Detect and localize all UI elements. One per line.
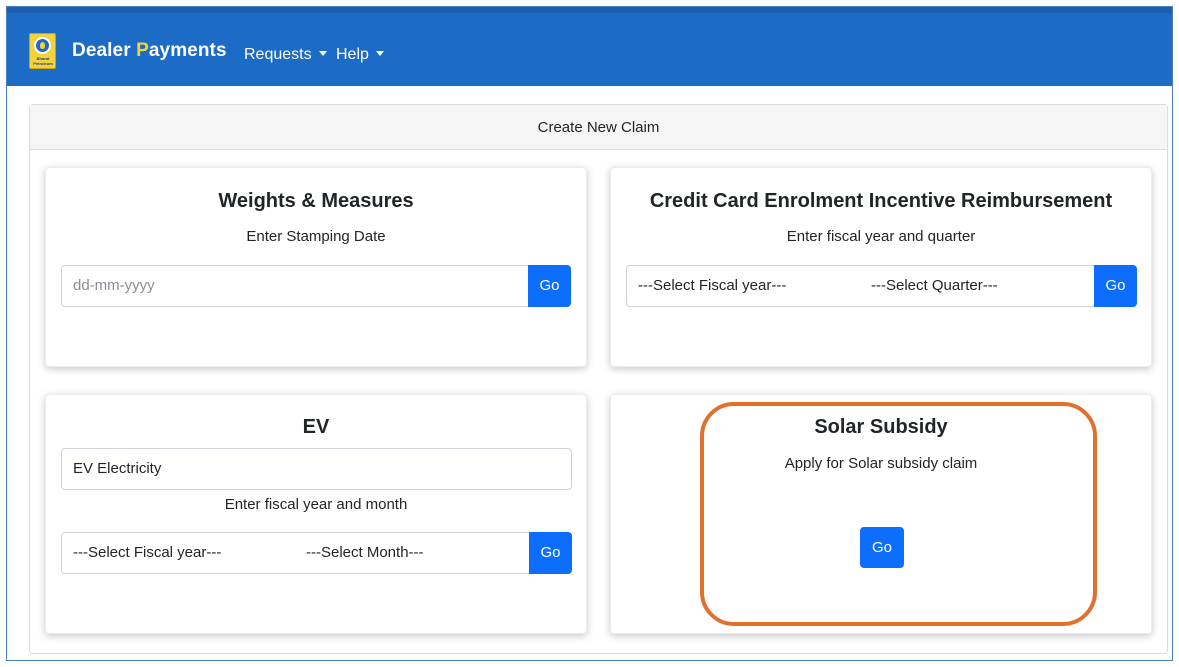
month-select[interactable]: ---Select Month--- xyxy=(295,532,530,574)
brand-text-1: Dealer xyxy=(72,40,137,61)
navbar: Bharat Petroleum Dealer Payments Request… xyxy=(7,7,1172,86)
ev-card: EV EV Electricity Enter fiscal year and … xyxy=(45,394,587,634)
brand-text-2: ayments xyxy=(148,40,227,61)
fiscal-year-select[interactable]: ---Select Fiscal year--- xyxy=(626,265,861,307)
logo-emblem-icon xyxy=(34,37,51,54)
bharat-petroleum-logo-icon[interactable]: Bharat Petroleum xyxy=(29,33,56,69)
quarter-select[interactable]: ---Select Quarter--- xyxy=(860,265,1095,307)
fiscal-year-select[interactable]: ---Select Fiscal year--- xyxy=(61,532,296,574)
brand-title[interactable]: Dealer Payments xyxy=(72,40,227,62)
card-subtitle: Apply for Solar subsidy claim xyxy=(784,455,978,472)
chevron-down-icon xyxy=(375,51,384,56)
card-title: Weights & Measures xyxy=(218,190,414,212)
brand-accent-letter: P xyxy=(136,40,149,61)
panel-header: Create New Claim xyxy=(30,105,1167,150)
card-subtitle: Enter fiscal year and month xyxy=(224,496,408,513)
weights-measures-go-button[interactable]: Go xyxy=(528,265,571,307)
solar-subsidy-card: Solar Subsidy Apply for Solar subsidy cl… xyxy=(610,394,1152,634)
weights-measures-card: Weights & Measures Enter Stamping Date d… xyxy=(45,167,587,367)
card-subtitle: Enter Stamping Date xyxy=(246,228,386,245)
solar-subsidy-go-button[interactable]: Go xyxy=(860,527,904,568)
ev-type-select[interactable]: EV Electricity xyxy=(61,448,572,490)
ev-go-button[interactable]: Go xyxy=(529,532,572,574)
app-window: Bharat Petroleum Dealer Payments Request… xyxy=(6,6,1173,661)
nav-help-dropdown[interactable]: Help xyxy=(336,46,384,64)
logo-text: Bharat Petroleum xyxy=(33,56,53,66)
nav-requests-dropdown[interactable]: Requests xyxy=(244,46,327,64)
card-title: Credit Card Enrolment Incentive Reimburs… xyxy=(649,190,1113,212)
credit-card-incentive-card: Credit Card Enrolment Incentive Reimburs… xyxy=(610,167,1152,367)
card-subtitle: Enter fiscal year and quarter xyxy=(786,228,976,245)
nav-requests-label: Requests xyxy=(244,46,312,63)
nav-help-label: Help xyxy=(336,46,369,63)
credit-card-go-button[interactable]: Go xyxy=(1094,265,1137,307)
chevron-down-icon xyxy=(318,51,327,56)
card-title: Solar Subsidy xyxy=(814,416,948,438)
stamping-date-input[interactable]: dd-mm-yyyy xyxy=(61,265,529,307)
card-title: EV xyxy=(302,416,330,438)
